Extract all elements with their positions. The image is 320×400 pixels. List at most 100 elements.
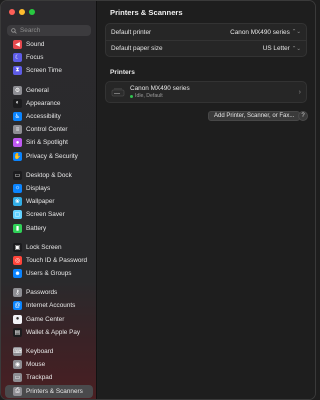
- help-button[interactable]: ?: [298, 111, 308, 121]
- sidebar-item-sound[interactable]: ◀ Sound: [5, 38, 93, 51]
- printer-status: Idle, Default: [130, 93, 299, 99]
- wallet-icon: ▤: [13, 327, 22, 337]
- gear-icon: ⚙: [13, 85, 22, 95]
- default-printer-label: Default printer: [111, 28, 152, 36]
- printer-icon: ⎙: [13, 386, 22, 396]
- sidebar-item-label: Keyboard: [26, 348, 54, 356]
- sidebar-item-label: Printers & Scanners: [26, 387, 83, 395]
- sidebar-item-control-center[interactable]: ≡ Control Center: [5, 123, 93, 136]
- sidebar-item-label: Sound: [26, 41, 45, 49]
- sidebar-item-label: Wallpaper: [26, 198, 55, 206]
- screensaver-icon: ▢: [13, 210, 22, 220]
- sidebar-item-label: Trackpad: [26, 374, 53, 382]
- sidebar-item-keyboard[interactable]: ⌨ Keyboard: [5, 345, 93, 358]
- close-button[interactable]: [9, 9, 15, 15]
- sidebar-item-mouse[interactable]: ◉ Mouse: [5, 358, 93, 371]
- sidebar-item-label: Passwords: [26, 289, 58, 297]
- sidebar-item-siri-spotlight[interactable]: ● Siri & Spotlight: [5, 136, 93, 149]
- users-icon: ☻: [13, 269, 22, 279]
- add-printer-button[interactable]: Add Printer, Scanner, or Fax...: [208, 111, 301, 121]
- sidebar-item-general[interactable]: ⚙ General: [5, 84, 93, 97]
- search-input[interactable]: [20, 27, 90, 34]
- sidebar-item-touch-id-password[interactable]: ◎ Touch ID & Password: [5, 254, 93, 267]
- keyboard-icon: ⌨: [13, 347, 22, 357]
- default-printer-row[interactable]: Default printer Canon MX490 series ⌃⌄: [106, 24, 306, 40]
- sidebar-item-label: Control Center: [26, 126, 68, 134]
- sidebar-group-spacer: [1, 78, 97, 84]
- sidebar-item-screen-saver[interactable]: ▢ Screen Saver: [5, 208, 93, 221]
- chevron-right-icon: ›: [298, 88, 301, 96]
- sidebar-item-label: Users & Groups: [26, 270, 72, 278]
- sidebar-item-label: Battery: [26, 224, 47, 232]
- sidebar-item-label: Wallet & Apple Pay: [26, 328, 81, 336]
- sidebar-item-users-groups[interactable]: ☻ Users & Groups: [5, 267, 93, 280]
- sidebar-item-internet-accounts[interactable]: @ Internet Accounts: [5, 299, 93, 312]
- sidebar-item-passwords[interactable]: ⚷ Passwords: [5, 286, 93, 299]
- sidebar-item-screen-time[interactable]: ⧗ Screen Time: [5, 64, 93, 77]
- sidebar-item-label: Lock Screen: [26, 243, 62, 251]
- sidebar-group-spacer: [1, 235, 97, 241]
- sidebar-item-label: Focus: [26, 54, 44, 62]
- sidebar-item-accessibility[interactable]: ♿ Accessibility: [5, 110, 93, 123]
- search-icon: [11, 27, 17, 34]
- siri-icon: ●: [13, 138, 22, 148]
- moon-icon: ☾: [13, 53, 22, 63]
- sidebar-item-desktop-dock[interactable]: ▭ Desktop & Dock: [5, 169, 93, 182]
- sidebar-group-spacer: [1, 163, 97, 169]
- hourglass-icon: ⧗: [13, 66, 22, 76]
- printer-status-text: Idle, Default: [135, 93, 163, 99]
- paper-size-row[interactable]: Default paper size US Letter ⌃⌄: [106, 40, 306, 56]
- sidebar-item-printers-scanners[interactable]: ⎙ Printers & Scanners: [5, 384, 93, 398]
- sidebar-item-label: Internet Accounts: [26, 302, 76, 310]
- sidebar-item-trackpad[interactable]: ▭ Trackpad: [5, 371, 93, 384]
- display-icon: ☼: [13, 183, 22, 193]
- sidebar-item-wallpaper[interactable]: ❀ Wallpaper: [5, 195, 93, 208]
- printers-list-panel: Canon MX490 series Idle, Default ›: [105, 81, 307, 103]
- sidebar-item-label: General: [26, 86, 49, 94]
- accessibility-icon: ♿: [13, 112, 22, 122]
- printer-name: Canon MX490 series: [130, 85, 190, 92]
- sidebar: ◀ Sound ☾ Focus ⧗ Screen Time ⚙ General ◐ Appeara…: [1, 1, 97, 399]
- dock-icon: ▭: [13, 170, 22, 180]
- game-center-icon: ●: [13, 314, 22, 324]
- sidebar-item-privacy-security[interactable]: ✋ Privacy & Security: [5, 150, 93, 163]
- up-down-chevron-icon: ⌃⌄: [291, 45, 301, 52]
- control-center-icon: ≡: [13, 125, 22, 135]
- main-pane: Printers & Scanners Default printer Cano…: [98, 1, 315, 399]
- page-title: Printers & Scanners: [110, 8, 183, 17]
- sidebar-item-label: Game Center: [26, 315, 65, 323]
- sidebar-item-label: Siri & Spotlight: [26, 139, 68, 147]
- battery-icon: ▮: [13, 223, 22, 233]
- sidebar-list: ◀ Sound ☾ Focus ⧗ Screen Time ⚙ General ◐ Appeara…: [1, 38, 97, 398]
- paper-size-value: US Letter: [262, 45, 290, 52]
- sidebar-item-battery[interactable]: ▮ Battery: [5, 221, 93, 234]
- up-down-chevron-icon: ⌃⌄: [291, 29, 301, 35]
- sidebar-item-label: Screen Time: [26, 67, 62, 75]
- fingerprint-icon: ◎: [13, 255, 22, 265]
- sidebar-item-game-center[interactable]: ● Game Center: [5, 313, 93, 326]
- zoom-button[interactable]: [29, 9, 35, 15]
- sidebar-item-wallet-apple-pay[interactable]: ▤ Wallet & Apple Pay: [5, 326, 93, 339]
- sidebar-item-lock-screen[interactable]: ▣ Lock Screen: [5, 241, 93, 254]
- hand-icon: ✋: [13, 151, 22, 161]
- printers-section-title: Printers: [110, 69, 135, 76]
- window-controls: [9, 9, 35, 15]
- sidebar-item-label: Accessibility: [26, 113, 61, 121]
- default-printer-popup[interactable]: Canon MX490 series ⌃⌄: [230, 29, 301, 36]
- lock-icon: ▣: [13, 242, 22, 252]
- sidebar-item-label: Appearance: [26, 99, 61, 107]
- sidebar-item-focus[interactable]: ☾ Focus: [5, 51, 93, 64]
- sidebar-item-label: Mouse: [26, 361, 46, 369]
- sidebar-item-appearance[interactable]: ◐ Appearance: [5, 97, 93, 110]
- minimize-button[interactable]: [19, 9, 25, 15]
- sidebar-item-displays[interactable]: ☼ Displays: [5, 182, 93, 195]
- defaults-panel: Default printer Canon MX490 series ⌃⌄ De…: [105, 23, 307, 57]
- printer-row[interactable]: Canon MX490 series Idle, Default ›: [106, 82, 306, 102]
- sidebar-item-label: Desktop & Dock: [26, 171, 72, 179]
- speaker-icon: ◀: [13, 40, 22, 50]
- sidebar-item-label: Touch ID & Password: [26, 256, 88, 264]
- search-field[interactable]: [7, 25, 91, 36]
- printer-icon: [111, 88, 125, 97]
- paper-size-popup[interactable]: US Letter ⌃⌄: [263, 45, 301, 52]
- default-printer-value: Canon MX490 series: [230, 28, 290, 36]
